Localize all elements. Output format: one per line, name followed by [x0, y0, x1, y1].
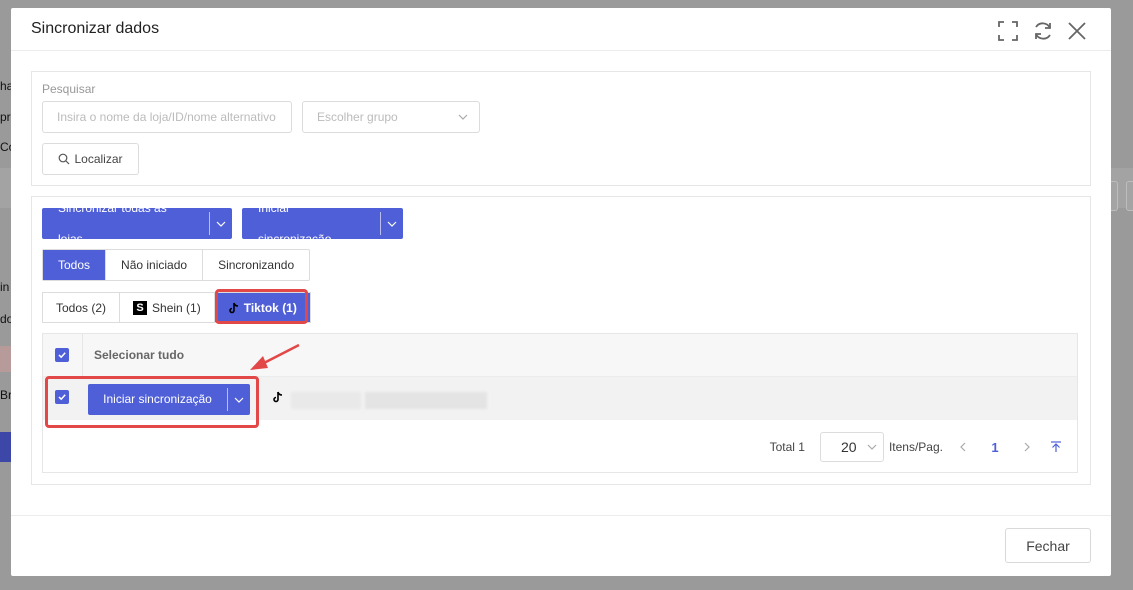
- tab-label: Shein (1): [152, 300, 201, 315]
- store-name-redacted: [365, 392, 487, 409]
- fullscreen-icon[interactable]: [997, 20, 1019, 42]
- check-icon: [58, 352, 66, 359]
- page-number[interactable]: 1: [977, 440, 1013, 455]
- close-icon[interactable]: [1066, 20, 1088, 42]
- start-sync-button[interactable]: Iniciar sincronização: [242, 201, 403, 246]
- chevron-down-icon: [867, 444, 877, 450]
- arrow-to-top-icon: [1051, 441, 1061, 452]
- select-all-checkbox[interactable]: [55, 348, 69, 362]
- close-button[interactable]: Fechar: [1005, 528, 1091, 563]
- refresh-icon[interactable]: [1032, 20, 1054, 42]
- status-filter-all[interactable]: Todos: [43, 250, 107, 280]
- search-label: Pesquisar: [42, 82, 96, 96]
- select-all-label: Selecionar tudo: [94, 348, 185, 362]
- find-button[interactable]: Localizar: [42, 143, 139, 175]
- page-size-value: 20: [840, 439, 857, 455]
- chevron-right-icon: [1024, 442, 1030, 452]
- scroll-top-button[interactable]: [1041, 432, 1071, 462]
- next-page-button[interactable]: [1013, 432, 1041, 462]
- tab-shein[interactable]: S Shein (1): [120, 293, 215, 322]
- prev-page-button[interactable]: [949, 432, 977, 462]
- sync-all-dropdown[interactable]: [210, 208, 232, 239]
- sync-panel: Sincronizar todas as lojas Iniciar sincr…: [31, 196, 1091, 485]
- tiktok-tab-highlight: [215, 289, 308, 324]
- sync-all-stores-button[interactable]: Sincronizar todas as lojas: [42, 201, 232, 246]
- sync-data-modal: Sincronizar dados Pesquisar Insira o nom…: [11, 8, 1111, 576]
- search-icon: [59, 153, 70, 165]
- chevron-left-icon: [960, 442, 966, 452]
- pagination: Total 1 20 Itens/Pag. 1: [770, 432, 1077, 462]
- sync-all-label: Sincronizar todas as lojas: [58, 200, 167, 246]
- start-sync-dropdown[interactable]: [381, 208, 403, 239]
- table-header: Selecionar tudo: [43, 334, 1077, 377]
- status-filter-syncing[interactable]: Sincronizando: [203, 250, 309, 280]
- tab-label: Todos (2): [56, 300, 107, 315]
- background-text: in: [0, 280, 10, 294]
- search-panel: Pesquisar Insira o nome da loja/ID/nome …: [31, 71, 1091, 186]
- background-badge: [0, 346, 11, 372]
- background-button: [0, 432, 11, 462]
- store-name-redacted: [291, 392, 361, 409]
- modal-header: Sincronizar dados: [11, 8, 1111, 51]
- start-sync-label: Iniciar sincronização: [258, 200, 332, 246]
- group-select[interactable]: Escolher grupo: [302, 101, 480, 133]
- status-filter-not-started[interactable]: Não iniciado: [106, 250, 204, 280]
- shein-logo-icon: S: [133, 300, 148, 315]
- group-select-placeholder: Escolher grupo: [317, 110, 398, 124]
- modal-footer: Fechar: [11, 515, 1111, 576]
- find-button-label: Localizar: [74, 152, 123, 166]
- modal-title: Sincronizar dados: [31, 20, 160, 37]
- chevron-down-icon: [216, 221, 226, 227]
- per-page-label: Itens/Pag.: [888, 440, 943, 454]
- page-size-select[interactable]: 20: [819, 432, 884, 462]
- tab-all-platforms[interactable]: Todos (2): [43, 293, 121, 322]
- status-filter: Todos Não iniciado Sincronizando: [42, 249, 311, 281]
- chevron-down-icon: [458, 114, 468, 120]
- pagination-total: Total 1: [769, 440, 805, 454]
- store-search-input[interactable]: Insira o nome da loja/ID/nome alternativ…: [42, 101, 292, 133]
- chevron-down-icon: [387, 221, 397, 227]
- background-text: pr: [0, 110, 11, 124]
- tiktok-logo-icon: [273, 391, 283, 403]
- divider: [82, 334, 83, 377]
- background-button: [1126, 181, 1133, 211]
- row-button-highlight: [45, 376, 259, 428]
